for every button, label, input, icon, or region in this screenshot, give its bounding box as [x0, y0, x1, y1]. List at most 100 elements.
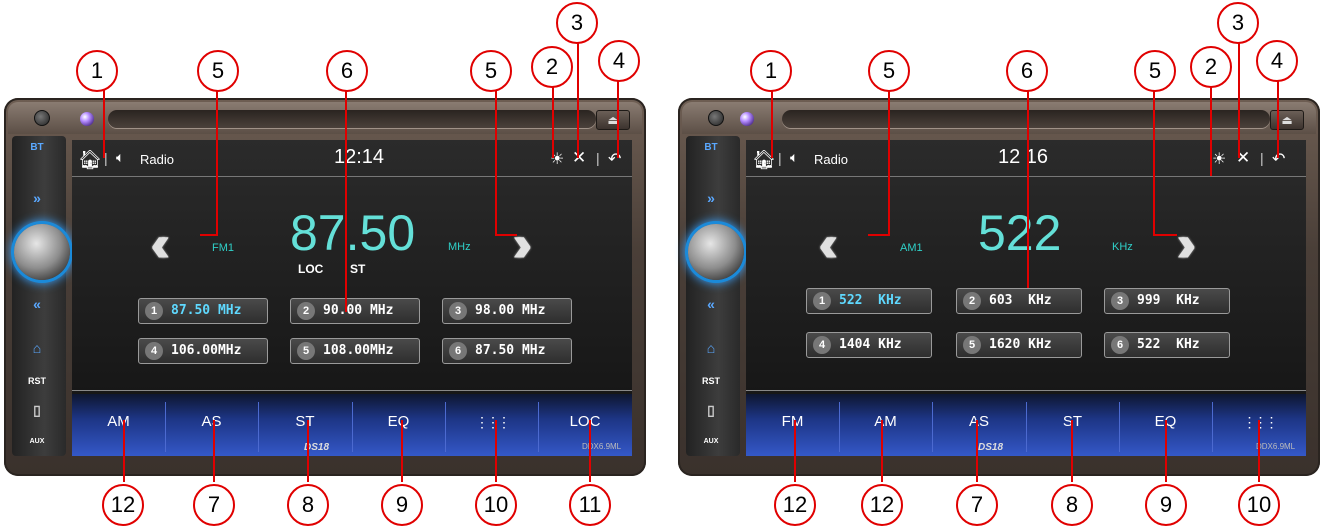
- speaker-icon[interactable]: 🔈︎: [790, 149, 798, 166]
- stereo-button[interactable]: ST: [258, 410, 352, 442]
- preset-button[interactable]: 4 1404 KHz: [806, 332, 932, 358]
- preset-button[interactable]: 5 108.00MHz: [290, 338, 420, 364]
- callout-line: [1153, 234, 1177, 236]
- band-label: AM1: [900, 242, 923, 254]
- loc-indicator: LOC: [298, 262, 324, 276]
- callout-line: [617, 72, 619, 158]
- callout-loc: 11: [569, 484, 611, 526]
- next-button[interactable]: »: [24, 190, 50, 206]
- preset-button[interactable]: 5 1620 KHz: [956, 332, 1082, 358]
- callout-seek: 5: [868, 50, 910, 92]
- volume-knob[interactable]: [688, 224, 744, 280]
- callout-seek: 5: [470, 50, 512, 92]
- reset-button[interactable]: RST: [24, 376, 50, 386]
- preset-button[interactable]: 6 522 KHz: [1104, 332, 1230, 358]
- home-icon[interactable]: 🏠︎: [78, 148, 102, 172]
- callout-seek: 5: [1134, 50, 1176, 92]
- callout-line: [552, 86, 554, 158]
- eq-button[interactable]: EQ: [352, 410, 445, 442]
- eject-button[interactable]: ⏏: [1270, 110, 1304, 130]
- callout-am: 12: [102, 484, 144, 526]
- auto-store-button[interactable]: AS: [165, 410, 258, 442]
- frequency-display: 87.50: [290, 205, 416, 261]
- callout-fm: 12: [774, 484, 816, 526]
- menu-grid-icon[interactable]: ⋮⋮⋮: [445, 410, 538, 442]
- speaker-icon[interactable]: 🔈︎: [116, 149, 124, 166]
- auto-store-button[interactable]: AS: [932, 410, 1026, 442]
- am-button[interactable]: AM: [72, 410, 165, 442]
- preset-button[interactable]: 4 106.00MHz: [138, 338, 268, 364]
- callout-line: [881, 420, 883, 482]
- source-label: Radio: [140, 152, 174, 167]
- callout-line: [200, 234, 218, 236]
- display-screen: 🏠︎ | 🔈︎ Radio 12:14 ☀ ✕ | ↶ ‹‹ FM1 87.50…: [72, 140, 632, 456]
- divider: |: [596, 150, 600, 166]
- callout-menu: 10: [1238, 484, 1280, 526]
- callout-settings: 3: [1217, 2, 1259, 44]
- brightness-icon[interactable]: ☀: [1212, 149, 1226, 169]
- am-button[interactable]: AM: [839, 410, 932, 442]
- settings-icon[interactable]: ✕: [572, 148, 586, 168]
- back-icon[interactable]: ↶: [608, 149, 621, 169]
- power-led-icon: [740, 112, 754, 126]
- callout-as: 7: [193, 484, 235, 526]
- preset-button[interactable]: 1 522 KHz: [806, 288, 932, 314]
- cd-slot: [108, 110, 596, 128]
- callout-as: 7: [956, 484, 998, 526]
- callout-line: [1165, 420, 1167, 482]
- prev-button[interactable]: «: [698, 296, 724, 312]
- frequency-unit: KHz: [1112, 241, 1133, 253]
- seek-up-icon[interactable]: ››: [1176, 214, 1196, 274]
- callout-back: 4: [598, 40, 640, 82]
- volume-knob[interactable]: [14, 224, 70, 280]
- callout-brightness: 2: [531, 46, 573, 88]
- callout-line: [1027, 88, 1029, 288]
- clock: 12 16: [998, 146, 1049, 168]
- preset-button[interactable]: 1 87.50 MHz: [138, 298, 268, 324]
- home-button[interactable]: ⌂: [698, 340, 724, 356]
- seek-down-icon[interactable]: ‹‹: [818, 214, 838, 274]
- next-button[interactable]: »: [698, 190, 724, 206]
- callout-line: [123, 420, 125, 482]
- callout-line: [1153, 88, 1155, 236]
- brand-logo: DS18: [978, 442, 1004, 453]
- callout-line: [495, 88, 497, 236]
- status-bar: 🏠︎ | 🔈︎ Radio 12:14 ☀ ✕ | ↶: [72, 140, 632, 177]
- preset-button[interactable]: 3 98.00 MHz: [442, 298, 572, 324]
- source-label: Radio: [814, 152, 848, 167]
- loc-button[interactable]: LOC: [538, 410, 632, 442]
- seek-up-icon[interactable]: ››: [512, 214, 532, 274]
- divider: |: [1260, 150, 1264, 166]
- bt-button[interactable]: BT: [24, 142, 50, 153]
- prev-button[interactable]: «: [24, 296, 50, 312]
- callout-line: [1238, 40, 1240, 158]
- callout-line: [495, 234, 517, 236]
- preset-button[interactable]: 6 87.50 MHz: [442, 338, 572, 364]
- stereo-indicator: ST: [350, 262, 366, 276]
- preset-button[interactable]: 3 999 KHz: [1104, 288, 1230, 314]
- side-panel: BT » « ⌂ RST ▯ AUX: [686, 136, 744, 456]
- preset-button[interactable]: 2 603 KHz: [956, 288, 1082, 314]
- display-screen: 🏠︎ | 🔈︎ Radio 12 16 ☀ ✕ | ↶ ‹‹ AM1 522 K…: [746, 140, 1306, 456]
- callout-eq: 9: [1145, 484, 1187, 526]
- model-label: DDX6.9ML: [1256, 442, 1296, 451]
- callout-line: [1071, 420, 1073, 482]
- preset-button[interactable]: 2 90.00 MHz: [290, 298, 420, 324]
- callout-menu: 10: [475, 484, 517, 526]
- seek-down-icon[interactable]: ‹‹: [150, 214, 170, 274]
- bt-button[interactable]: BT: [698, 142, 724, 153]
- aux-port: AUX: [29, 438, 45, 445]
- home-button[interactable]: ⌂: [24, 340, 50, 356]
- clock: 12:14: [334, 146, 385, 168]
- callout-home: 1: [76, 50, 118, 92]
- frequency-display: 522: [978, 205, 1062, 261]
- divider-line: [72, 390, 632, 391]
- fm-button[interactable]: FM: [746, 410, 839, 442]
- callout-home: 1: [750, 50, 792, 92]
- callout-line: [345, 88, 347, 312]
- eject-button[interactable]: ⏏: [596, 110, 630, 130]
- callout-line: [401, 420, 403, 482]
- status-bar: 🏠︎ | 🔈︎ Radio 12 16 ☀ ✕ | ↶: [746, 140, 1306, 177]
- reset-button[interactable]: RST: [698, 376, 724, 386]
- model-label: DDX6.9ML: [582, 442, 622, 451]
